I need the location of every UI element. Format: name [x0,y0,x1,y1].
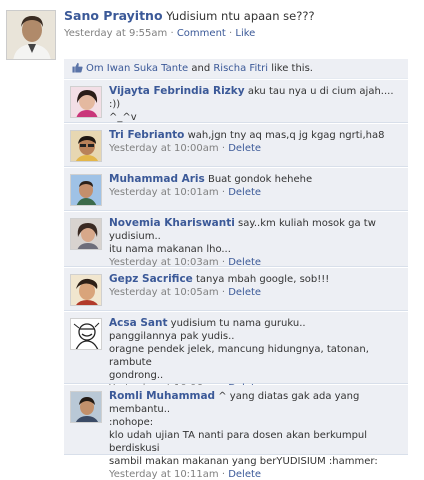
comment-timestamp[interactable]: Yesterday at 10:03am [109,257,219,268]
like-link[interactable]: Like [235,28,255,39]
comment-text: sambil makan makanan yang berYUDISIUM :h… [109,456,378,467]
comment-text: yudisium tu nama guruku.. [170,318,306,329]
post-author-link[interactable]: Sano Prayitno [64,8,163,23]
thumbs-up-icon [72,62,83,73]
comment-item: Gepz Sacrifice tanya mbah google, sob!!!… [64,268,408,311]
comment-text: oragne pendek jelek, mancung hidungnya, … [109,344,369,368]
separator: · [218,187,229,198]
comment-text: :nohope: [109,417,154,428]
comment-text: say..km kuliah mosok ga tw [238,218,376,229]
commenter-avatar[interactable] [70,86,102,118]
comment-text: gondrong.. [109,370,164,381]
commenter-name-link[interactable]: Vijayta Febrindia Rizky [109,85,245,97]
separator: · [218,287,229,298]
comment-timestamp[interactable]: Yesterday at 10:01am [109,187,219,198]
comment-item: Acsa Sant yudisium tu nama guruku.. pangg… [64,312,408,394]
separator: · [225,28,236,39]
commenter-avatar[interactable] [70,218,102,250]
commenter-avatar[interactable] [70,274,102,306]
commenter-avatar[interactable] [70,174,102,206]
comment-item: Vijayta Febrindia Rizky aku tau nya u di… [64,80,408,136]
comment-timestamp[interactable]: Yesterday at 10:11am [109,469,219,480]
comment-timestamp[interactable]: Yesterday at 10:05am [109,287,219,298]
comment-list: Vijayta Febrindia Rizky aku tau nya u di… [64,80,408,480]
commenter-avatar[interactable] [70,391,102,423]
commenter-name-link[interactable]: Novemia Khariswanti [109,217,235,229]
comment-text: wah,jgn tny aq mas,q jg kgag ngrti,ha8 [187,130,385,141]
commenter-name-link[interactable]: Muhammad Aris [109,173,205,185]
commenter-avatar[interactable] [70,130,102,162]
post-timestamp[interactable]: Yesterday at 9:55am [64,28,167,39]
commenter-name-link[interactable]: Romli Muhammad [109,390,215,402]
separator: · [218,143,229,154]
comment-text: yudisium.. [109,231,161,242]
like-summary: Om Iwan Suka Tante and Rischa Fitri like… [64,59,408,79]
separator: · [218,469,229,480]
delete-comment-link[interactable]: Delete [228,287,261,298]
separator: · [167,28,177,39]
comment-timestamp[interactable]: Yesterday at 10:00am [109,143,219,154]
like-suffix: like this. [268,63,313,74]
delete-comment-link[interactable]: Delete [228,257,261,268]
comment-text: panggilannya pak yudis.. [109,331,235,342]
comment-item: Tri Febrianto wah,jgn tny aq mas,q jg kg… [64,124,408,167]
liker-link[interactable]: Om Iwan Suka Tante [86,63,188,74]
delete-comment-link[interactable]: Delete [228,469,261,480]
commenter-name-link[interactable]: Tri Febrianto [109,129,184,141]
comment-text: itu nama makanan lho... [109,244,231,255]
comment-text: klo udah ujian TA nanti para dosen akan … [109,430,368,454]
comment-item: Romli Muhammad ^ yang diatas gak ada yan… [64,385,408,480]
comment-item: Muhammad Aris Buat gondok hehehe Yesterda… [64,168,408,211]
commenter-name-link[interactable]: Acsa Sant [109,317,167,329]
commenter-avatar[interactable] [70,318,102,350]
comment-text: tanya mbah google, sob!!! [196,274,330,285]
liker-link[interactable]: Rischa Fitri [213,63,268,74]
author-avatar[interactable] [6,10,56,60]
comment-text: Buat gondok hehehe [207,174,313,185]
comment-item: Novemia Khariswanti say..km kuliah mosok… [64,212,408,268]
comment-link[interactable]: Comment [177,28,226,39]
separator: · [218,257,229,268]
post-text: Yudisium ntu apaan se??? [166,9,315,23]
like-and: and [188,63,214,74]
comment-text: ^_^v [109,112,137,123]
delete-comment-link[interactable]: Delete [228,187,261,198]
delete-comment-link[interactable]: Delete [228,143,261,154]
commenter-name-link[interactable]: Gepz Sacrifice [109,273,193,285]
